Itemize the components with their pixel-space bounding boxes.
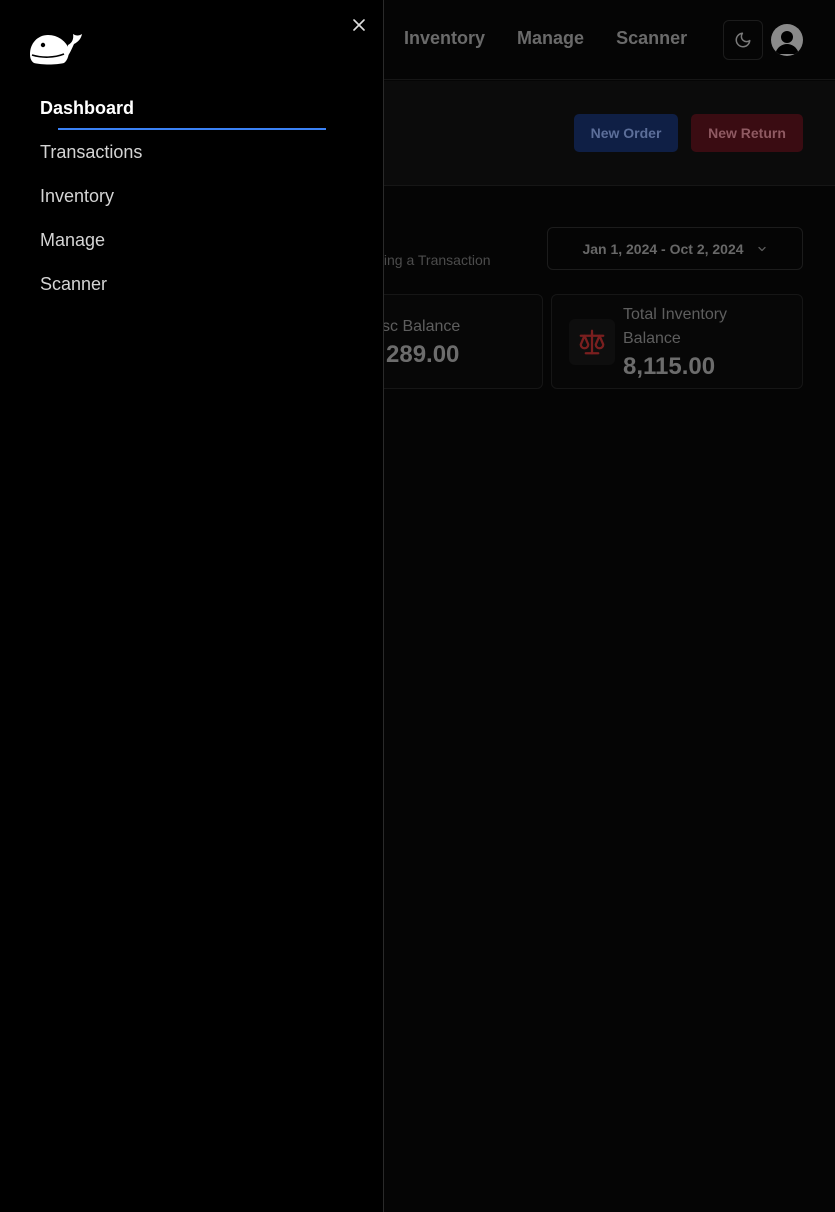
top-nav-inventory[interactable]: Inventory [404, 28, 485, 49]
active-item-underline [58, 128, 326, 130]
inventory-balance-card: Total Inventory Balance 8,115.00 [551, 294, 803, 389]
scale-icon [579, 329, 605, 355]
misc-balance-value: 289.00 [386, 341, 460, 368]
drawer-item-scanner[interactable]: Scanner [40, 272, 340, 316]
date-range-picker[interactable]: Jan 1, 2024 - Oct 2, 2024 [547, 227, 803, 270]
drawer-item-manage[interactable]: Manage [40, 228, 340, 272]
top-nav-scanner[interactable]: Scanner [616, 28, 687, 49]
inventory-balance-label-line2: Balance [623, 330, 681, 347]
new-order-button[interactable]: New Order [574, 114, 678, 152]
new-return-button[interactable]: New Return [691, 114, 803, 152]
user-avatar-icon[interactable] [771, 24, 803, 56]
theme-toggle-button[interactable] [723, 20, 763, 60]
top-nav-manage[interactable]: Manage [517, 28, 584, 49]
nav-drawer: Dashboard Transactions Inventory Manage … [0, 0, 384, 1212]
close-icon [353, 19, 365, 31]
inventory-balance-value: 8,115.00 [623, 353, 716, 380]
inventory-balance-label-line1: Total Inventory [623, 306, 728, 323]
moon-icon [735, 32, 751, 48]
drawer-item-dashboard[interactable]: Dashboard [40, 96, 340, 140]
drawer-item-transactions[interactable]: Transactions [40, 140, 340, 184]
misc-balance-label: sc Balance [382, 318, 461, 335]
whale-logo-icon[interactable] [28, 30, 84, 66]
dashboard-subtitle: ting a Transaction [380, 252, 491, 268]
drawer-item-inventory[interactable]: Inventory [40, 184, 340, 228]
inventory-balance-label: Total Inventory Balance [623, 303, 727, 351]
scale-icon-box [569, 319, 615, 365]
chevron-down-icon [757, 246, 766, 251]
date-range-value: Jan 1, 2024 - Oct 2, 2024 [582, 240, 744, 257]
close-drawer-button[interactable] [350, 16, 368, 34]
top-nav: Inventory Manage Scanner [404, 28, 687, 49]
